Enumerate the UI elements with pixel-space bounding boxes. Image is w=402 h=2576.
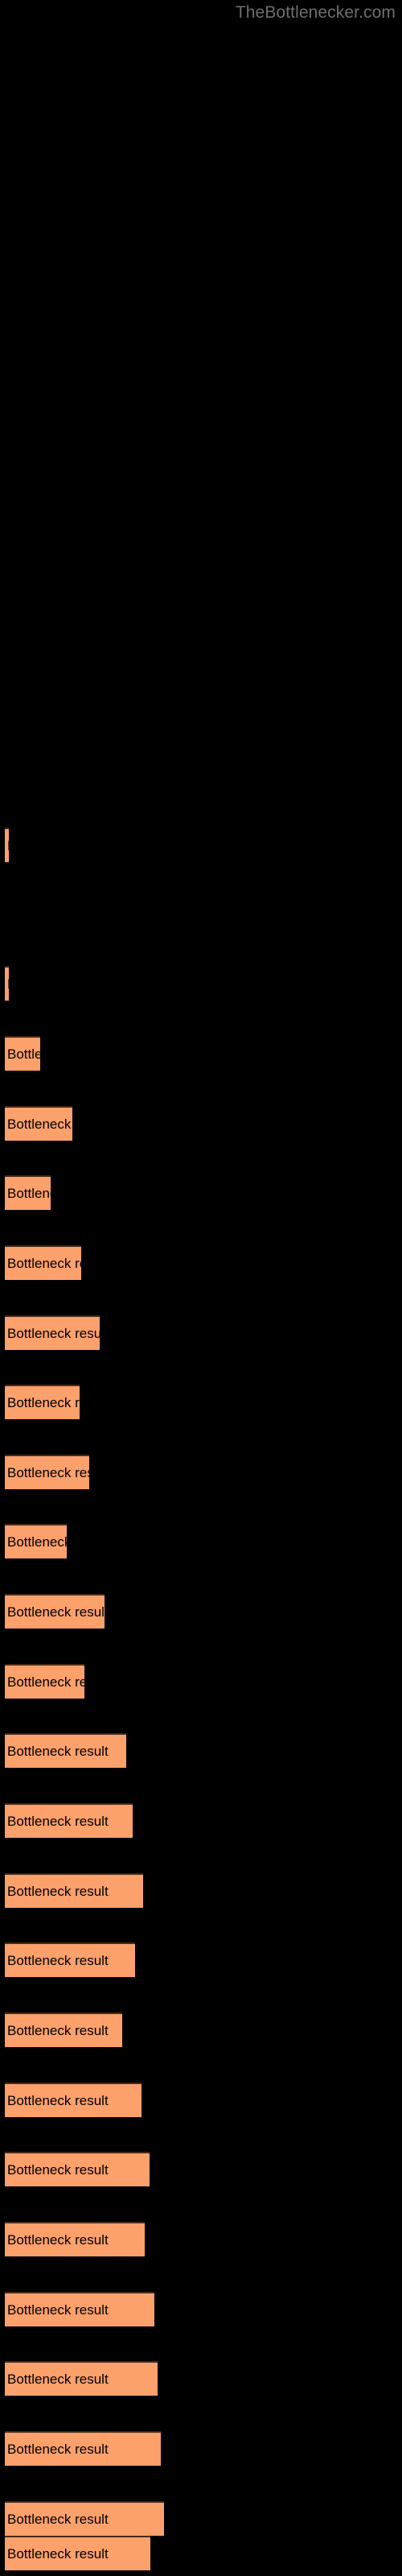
bar-label: Bottleneck result bbox=[7, 1464, 89, 1480]
bar-17[interactable]: Bottleneck result bbox=[5, 2013, 122, 2047]
bar-1[interactable]: Bottleneck result bbox=[5, 828, 9, 862]
bar-4[interactable]: Bottleneck result bbox=[5, 1106, 72, 1141]
page-root: TheBottlenecker.com Bottleneck resultBot… bbox=[0, 0, 402, 2576]
bar-label: Bottleneck result bbox=[7, 1255, 81, 1271]
bar-24[interactable]: Bottleneck result bbox=[5, 2501, 164, 2536]
bar-label: Bottleneck result bbox=[7, 2441, 109, 2457]
bar-22[interactable]: Bottleneck result bbox=[5, 2361, 158, 2396]
bar-11[interactable]: Bottleneck result bbox=[5, 1594, 105, 1629]
bar-label: Bottleneck result bbox=[7, 1534, 67, 1550]
bar-label: Bottleneck result bbox=[7, 1394, 80, 1410]
bar-label: Bottleneck result bbox=[7, 1743, 109, 1759]
bar-label: Bottleneck result bbox=[7, 1813, 109, 1829]
bar-label: Bottleneck result bbox=[7, 2022, 109, 2038]
bar-6[interactable]: Bottleneck result bbox=[5, 1245, 81, 1280]
bar-21[interactable]: Bottleneck result bbox=[5, 2292, 154, 2326]
bar-12[interactable]: Bottleneck result bbox=[5, 1664, 84, 1699]
bar-16[interactable]: Bottleneck result bbox=[5, 1942, 135, 1977]
bar-label: Bottleneck result bbox=[7, 1604, 105, 1620]
bar-label: Bottleneck result bbox=[7, 1674, 84, 1690]
bar-label: Bottleneck result bbox=[7, 1116, 72, 1132]
bar-label: Bottleneck result bbox=[7, 2092, 109, 2108]
bar-label: Bottleneck result bbox=[7, 976, 9, 993]
bottleneck-bar-chart: Bottleneck result Bottleneck result Bottle… bbox=[0, 0, 402, 2576]
bar-label: Bottleneck result bbox=[7, 2545, 109, 2562]
bar-23[interactable]: Bottleneck result bbox=[5, 2431, 161, 2466]
bar-label: Bottleneck result bbox=[7, 1046, 40, 1062]
bar-label: Bottleneck result bbox=[7, 1185, 51, 1201]
bar-2[interactable]: Bottleneck result bbox=[5, 966, 9, 1001]
bar-13[interactable]: Bottleneck result bbox=[5, 1733, 126, 1768]
bar-19[interactable]: Bottleneck result bbox=[5, 2152, 150, 2186]
bar-label: Bottleneck result bbox=[7, 2371, 109, 2387]
bar-label: Bottleneck result bbox=[7, 2161, 109, 2178]
bar-9[interactable]: Bottleneck result bbox=[5, 1455, 89, 1489]
bar-label: Bottleneck result bbox=[7, 838, 9, 854]
bar-18[interactable]: Bottleneck result bbox=[5, 2083, 142, 2117]
bar-25[interactable]: Bottleneck result bbox=[5, 2536, 150, 2570]
bar-15[interactable]: Bottleneck result bbox=[5, 1873, 143, 1908]
bar-label: Bottleneck result bbox=[7, 2231, 109, 2248]
bar-10[interactable]: Bottleneck result bbox=[5, 1524, 67, 1558]
bar-label: Bottleneck result bbox=[7, 2511, 109, 2527]
bar-label: Bottleneck result bbox=[7, 1883, 109, 1899]
bar-3[interactable]: Bottleneck result bbox=[5, 1036, 40, 1071]
bar-7[interactable]: Bottleneck result bbox=[5, 1315, 100, 1350]
bar-5[interactable]: Bottleneck result bbox=[5, 1175, 51, 1210]
bar-label: Bottleneck result bbox=[7, 2301, 109, 2318]
bar-20[interactable]: Bottleneck result bbox=[5, 2222, 145, 2256]
bar-label: Bottleneck result bbox=[7, 1325, 100, 1341]
bar-label: Bottleneck result bbox=[7, 1952, 109, 1968]
bar-8[interactable]: Bottleneck result bbox=[5, 1385, 80, 1419]
bar-14[interactable]: Bottleneck result bbox=[5, 1803, 133, 1838]
